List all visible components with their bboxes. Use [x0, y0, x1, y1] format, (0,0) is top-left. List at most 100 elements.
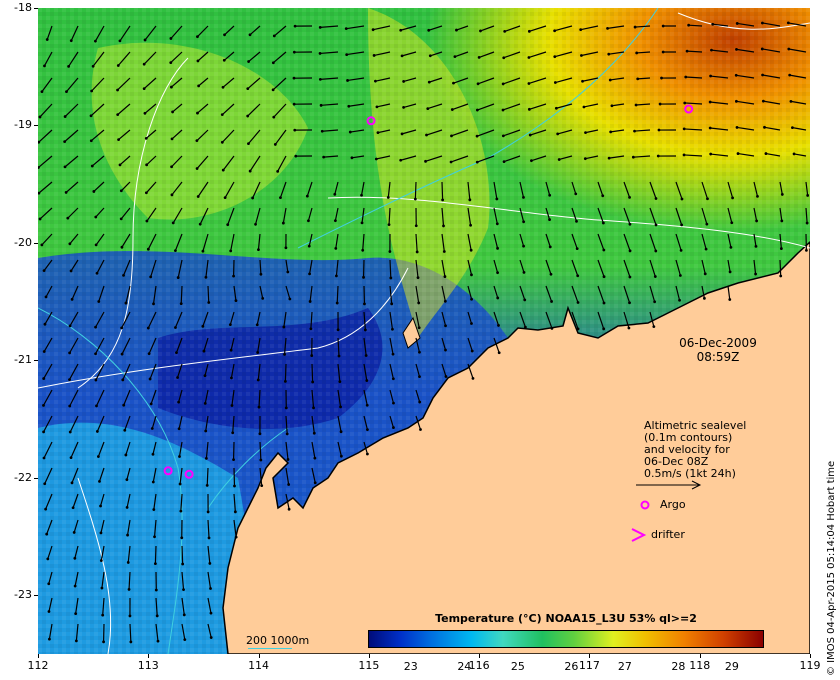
- velocity-arrow-head: [146, 247, 150, 251]
- velocity-arrow-head: [233, 510, 237, 514]
- velocity-arrow-head: [495, 197, 499, 201]
- lon-tick-label: 115: [358, 659, 380, 672]
- credit-text: © IMOS 04-Apr-2015 05:14:04 Hobart time: [826, 460, 837, 676]
- velocity-arrow-head: [683, 101, 687, 105]
- sst-map[interactable]: [38, 8, 810, 654]
- colorbar-tick-label: 25: [510, 660, 525, 673]
- velocity-arrow-head: [427, 28, 431, 32]
- velocity-arrow-head: [628, 195, 631, 199]
- velocity-arrow-head: [635, 51, 639, 55]
- velocity-arrow-head: [126, 561, 130, 564]
- velocity-arrow-head: [97, 300, 101, 303]
- lon-tick-label: 113: [137, 659, 159, 672]
- velocity-arrow-head: [311, 380, 315, 384]
- velocity-arrow-head: [89, 139, 93, 143]
- lon-tick-mark: [699, 654, 701, 658]
- velocity-arrow-head: [178, 455, 181, 458]
- velocity-arrow-head: [287, 483, 291, 486]
- velocity-arrow-head: [44, 507, 48, 511]
- velocity-arrow-head: [119, 217, 123, 221]
- velocity-arrow-head: [658, 102, 662, 106]
- velocity-arrow-head: [47, 610, 51, 613]
- velocity-arrow-head: [522, 220, 526, 224]
- velocity-arrow-head: [95, 271, 99, 275]
- velocity-arrow-head: [687, 23, 691, 27]
- velocity-arrow-head: [281, 221, 285, 225]
- velocity-arrow-head: [634, 103, 638, 107]
- velocity-arrow-head: [475, 134, 479, 138]
- velocity-arrow-head: [522, 195, 525, 199]
- velocity-arrow-head: [122, 274, 125, 277]
- lat-tick-label: -21: [14, 353, 32, 367]
- lon-tick-label: 117: [578, 659, 600, 672]
- velocity-arrow-head: [392, 426, 395, 429]
- velocity-arrow-head: [177, 400, 181, 404]
- velocity-arrow-head: [72, 531, 76, 534]
- velocity-arrow-head: [389, 276, 393, 280]
- velocity-arrow-head: [523, 325, 527, 329]
- velocity-arrow-head: [736, 152, 740, 155]
- velocity-arrow-head: [293, 128, 297, 132]
- velocity-arrow-head: [318, 26, 322, 29]
- velocity-arrow-head: [386, 195, 390, 199]
- velocity-arrow-head: [171, 110, 174, 114]
- velocity-arrow-head: [90, 89, 94, 93]
- velocity-arrow-head: [661, 24, 665, 28]
- velocity-arrow-head: [94, 39, 97, 43]
- velocity-arrow-head: [254, 222, 257, 226]
- velocity-arrow-head: [203, 401, 207, 405]
- velocity-arrow-head: [791, 126, 794, 130]
- argo-legend-label: Argo: [660, 498, 686, 511]
- velocity-arrow-head: [453, 55, 457, 59]
- velocity-arrow-head: [207, 536, 211, 540]
- velocity-arrow-head: [204, 275, 208, 279]
- colorbar-tick-label: 27: [617, 660, 632, 673]
- velocity-arrow-head: [258, 432, 262, 436]
- velocity-arrow-head: [653, 275, 657, 278]
- velocity-arrow-head: [92, 190, 96, 193]
- velocity-arrow-head: [272, 34, 276, 38]
- velocity-arrow-head: [764, 152, 768, 155]
- velocity-arrow-head: [91, 64, 95, 68]
- velocity-arrow-head: [152, 302, 155, 306]
- velocity-arrow-head: [230, 404, 234, 407]
- velocity-arrow-head: [470, 322, 473, 325]
- velocity-arrow-head: [98, 479, 101, 483]
- colorbar-tick-label: 29: [724, 660, 739, 673]
- velocity-arrow-head: [144, 136, 148, 140]
- velocity-arrow-head: [198, 222, 202, 226]
- lon-tick-mark: [810, 654, 811, 658]
- velocity-arrow-head: [628, 249, 632, 253]
- velocity-arrow: [779, 259, 782, 277]
- velocity-arrow-head: [149, 275, 153, 279]
- velocity-arrow-head: [146, 326, 150, 330]
- velocity-arrow-head: [151, 480, 155, 484]
- velocity-arrow-head: [501, 108, 505, 112]
- velocity-arrow-head: [118, 163, 122, 167]
- velocity-arrow-head: [497, 324, 500, 327]
- velocity-arrow-head: [661, 50, 665, 54]
- velocity-arrow-head: [69, 39, 73, 43]
- velocity-arrow-head: [152, 508, 156, 511]
- velocity-arrow-head: [40, 90, 44, 93]
- velocity-arrow-head: [365, 403, 369, 407]
- velocity-arrow-head: [320, 129, 324, 133]
- temperature-colorbar: [368, 630, 764, 648]
- velocity-arrow-head: [182, 588, 185, 592]
- velocity-arrow-head: [475, 108, 479, 112]
- velocity-arrow-head: [220, 113, 224, 117]
- colorbar-tick-label: 28: [671, 660, 686, 673]
- velocity-arrow-head: [792, 152, 796, 156]
- velocity-arrow-head: [286, 270, 290, 274]
- velocity-arrow-head: [442, 224, 445, 228]
- lat-tick-mark: [34, 595, 38, 597]
- lon-tick-label: 114: [248, 659, 270, 672]
- velocity-arrow-head: [363, 328, 367, 332]
- velocity-arrow-head: [42, 350, 46, 353]
- velocity-arrow-head: [475, 160, 479, 164]
- velocity-arrow-head: [64, 191, 68, 194]
- velocity-arrow-head: [334, 246, 338, 250]
- velocity-arrow-head: [374, 79, 377, 83]
- velocity-arrow-head: [549, 272, 553, 276]
- velocity-arrow-head: [222, 58, 226, 62]
